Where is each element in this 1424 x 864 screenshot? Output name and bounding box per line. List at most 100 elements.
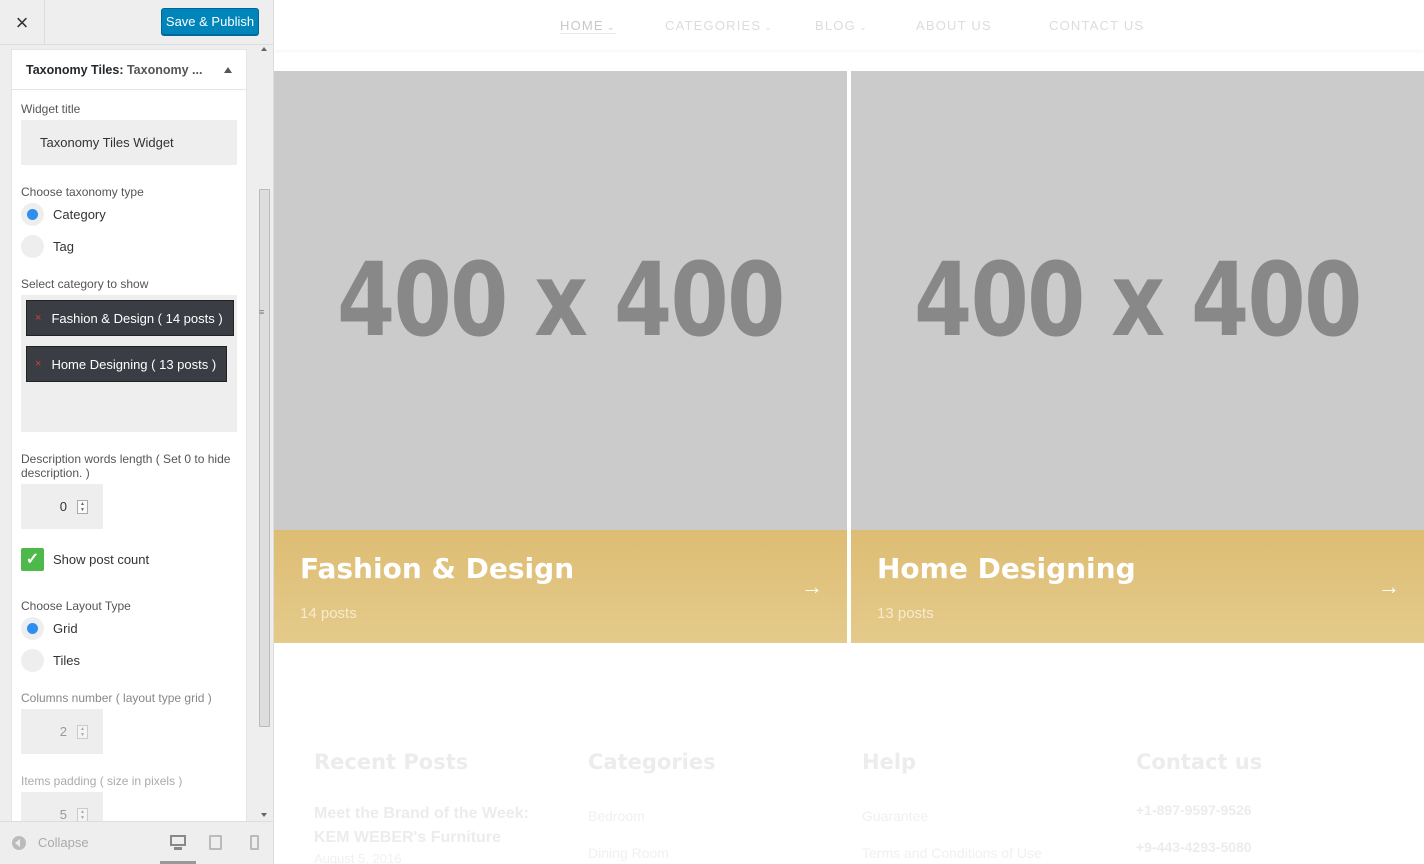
nav-contact-label: CONTACT US (1049, 18, 1145, 33)
nav-contact-us[interactable]: CONTACT US (1049, 18, 1144, 33)
footer-heading: Help (862, 750, 917, 774)
items-padding-value: 5 (59, 807, 67, 821)
spinner-icon[interactable]: ▲ ▼ (77, 807, 88, 821)
widget-header[interactable]: Taxonomy Tiles: Taxonomy ... (12, 50, 246, 90)
site-preview: HOME ⌄ CATEGORIES ⌄ BLOG ⌄ ABOUT US CONTACT… (274, 0, 1424, 864)
arrow-right-icon[interactable]: → (801, 574, 823, 600)
footer-heading: Recent Posts (314, 750, 469, 774)
columns-number-stepper[interactable]: 2 ▲ ▼ (21, 709, 103, 754)
taxonomy-option-tag[interactable]: Tag (21, 235, 74, 258)
customizer-sidebar: × Save & Publish Taxonomy Tiles: Taxonom… (0, 0, 274, 864)
chevron-down-icon: ⌄ (764, 22, 774, 32)
mobile-preview-icon[interactable] (250, 835, 259, 850)
nav-about-us[interactable]: ABOUT US (916, 18, 992, 33)
items-padding-label: Items padding ( size in pixels ) (21, 774, 183, 788)
taxonomy-tile[interactable]: 400 x 400 Fashion & Design 14 posts → (274, 71, 847, 643)
tile-title[interactable]: Home Designing (877, 552, 1136, 585)
tile-post-count: 13 posts (877, 605, 934, 622)
tile-caption: Fashion & Design 14 posts → (274, 530, 847, 643)
footer-phone[interactable]: +9-443-4293-5080 (1136, 839, 1252, 855)
collapse-label: Collapse (38, 835, 89, 850)
layout-type-label: Choose Layout Type (21, 599, 131, 613)
nav-about-label: ABOUT US (916, 18, 992, 33)
remove-chip-icon[interactable]: × (35, 312, 41, 324)
scroll-down-icon[interactable] (261, 813, 267, 817)
nav-home[interactable]: HOME ⌄ (560, 18, 616, 34)
footer-categories: Categories Bedroom Dining Room (588, 750, 716, 861)
widget-title-input[interactable] (21, 120, 237, 165)
radio-tag[interactable] (21, 235, 44, 258)
taxonomy-option-category[interactable]: Category (21, 203, 106, 226)
spinner-icon[interactable]: ▲ ▼ (77, 724, 88, 739)
close-icon[interactable]: × (0, 0, 45, 45)
footer-help: Help Guarantee Terms and Conditions of U… (862, 750, 1042, 861)
footer-phone[interactable]: +1-897-9597-9526 (1136, 802, 1252, 818)
desc-length-label: Description words length ( Set 0 to hide… (21, 452, 231, 480)
widget-header-title: Taxonomy Tiles: Taxonomy ... (26, 63, 202, 77)
items-padding-stepper[interactable]: 5 ▲ ▼ (21, 792, 103, 821)
columns-number-label: Columns number ( layout type grid ) (21, 691, 212, 705)
category-chip: × Home Designing ( 13 posts ) (26, 346, 228, 382)
nav-blog[interactable]: BLOG ⌄ (815, 18, 868, 33)
footer-heading: Contact us (1136, 750, 1263, 774)
radio-grid-label: Grid (53, 621, 78, 636)
radio-grid[interactable] (21, 617, 44, 640)
chip-label: Home Designing ( 13 posts ) (51, 356, 217, 372)
sidebar-scrollbar[interactable]: ≡ (257, 45, 272, 821)
footer-post-title-2: KEM WEBER's Furniture (314, 829, 501, 846)
nav-categories-label: CATEGORIES (665, 18, 762, 33)
collapse-button[interactable]: Collapse (12, 835, 89, 850)
chevron-down-icon: ⌄ (858, 22, 868, 32)
radio-tag-label: Tag (53, 239, 74, 254)
tile-image-placeholder: 400 x 400 (274, 71, 847, 530)
scroll-thumb[interactable] (259, 189, 270, 727)
arrow-right-icon[interactable]: → (1378, 574, 1400, 600)
columns-number-value: 2 (59, 724, 67, 739)
tile-image-placeholder: 400 x 400 (851, 71, 1424, 530)
layout-option-tiles[interactable]: Tiles (21, 649, 80, 672)
widget-header-title-rest: Taxonomy ... (123, 62, 203, 77)
footer-post-date: August 5, 2016 (314, 851, 402, 864)
radio-tiles[interactable] (21, 649, 44, 672)
collapse-icon (12, 835, 26, 850)
show-post-count-option[interactable]: ✓ Show post count (21, 548, 149, 571)
footer-link[interactable]: Guarantee (862, 808, 928, 824)
radio-category[interactable] (21, 203, 44, 226)
footer-heading: Categories (588, 750, 716, 774)
footer-link[interactable]: Dining Room (588, 845, 669, 861)
footer-recent-posts: Recent Posts Meet the Brand of the Week:… (314, 750, 529, 864)
spinner-icon[interactable]: ▲ ▼ (77, 499, 88, 514)
category-chip: × Fashion & Design ( 14 posts ) (26, 300, 234, 336)
remove-chip-icon[interactable]: × (35, 358, 41, 370)
scroll-up-icon[interactable] (261, 47, 267, 51)
nav-home-label: HOME (560, 18, 604, 33)
taxonomy-tile[interactable]: 400 x 400 Home Designing 13 posts → (851, 71, 1424, 643)
radio-category-label: Category (53, 207, 106, 222)
desktop-preview-icon[interactable] (170, 835, 186, 851)
placeholder-text: 400 x 400 (337, 241, 785, 360)
layout-option-grid[interactable]: Grid (21, 617, 78, 640)
category-multiselect[interactable]: × Fashion & Design ( 14 posts ) × Home D… (21, 295, 237, 432)
collapse-arrow-icon[interactable] (224, 66, 232, 73)
customizer-footer: Collapse (0, 821, 273, 864)
nav-categories[interactable]: CATEGORIES ⌄ (665, 18, 773, 33)
chevron-down-icon: ⌄ (606, 22, 616, 32)
show-post-count-checkbox[interactable]: ✓ (21, 548, 44, 571)
tile-title[interactable]: Fashion & Design (300, 552, 574, 585)
footer-link[interactable]: Terms and Conditions of Use (862, 845, 1042, 861)
customizer-panel: Taxonomy Tiles: Taxonomy ... Widget titl… (0, 45, 273, 821)
grip-icon: ≡ (259, 307, 265, 317)
save-publish-button[interactable]: Save & Publish (161, 8, 259, 35)
show-post-count-label: Show post count (53, 552, 150, 567)
widget-header-title-bold: Taxonomy Tiles: (26, 62, 124, 77)
tablet-preview-icon[interactable] (209, 835, 222, 850)
footer-contact: Contact us +1-897-9597-9526 +9-443-4293-… (1136, 750, 1263, 855)
desc-length-stepper[interactable]: 0 ▲ ▼ (21, 484, 103, 529)
footer-link[interactable]: Bedroom (588, 808, 645, 824)
radio-tiles-label: Tiles (53, 653, 80, 668)
chip-label: Fashion & Design ( 14 posts ) (51, 310, 223, 326)
footer-post-link[interactable]: Meet the Brand of the Week: KEM WEBER's … (314, 802, 529, 850)
main-navigation: HOME ⌄ CATEGORIES ⌄ BLOG ⌄ ABOUT US CONTACT… (274, 0, 1424, 50)
taxonomy-tiles-widget: Taxonomy Tiles: Taxonomy ... Widget titl… (11, 49, 247, 821)
placeholder-text: 400 x 400 (914, 241, 1362, 360)
